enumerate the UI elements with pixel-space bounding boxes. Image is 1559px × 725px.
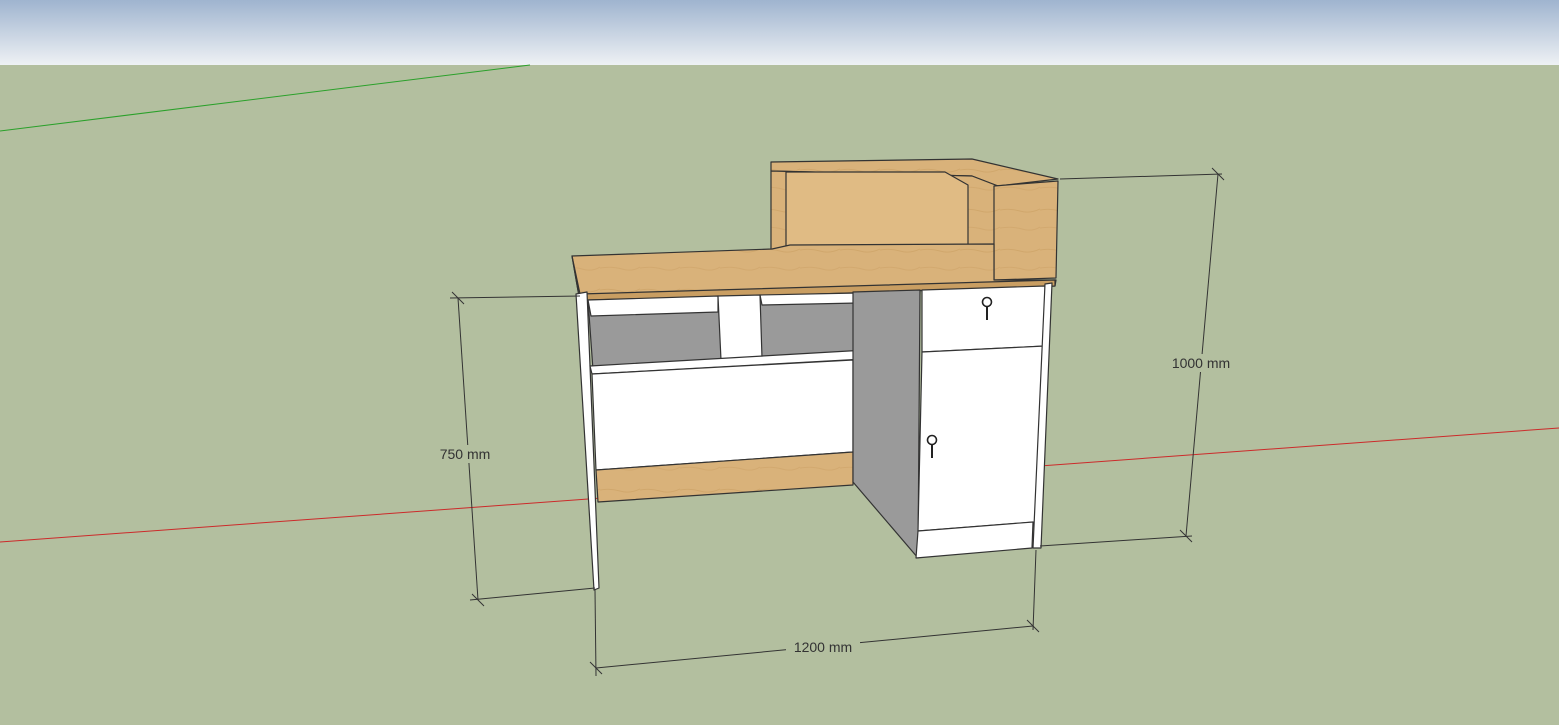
shelf-upper-right — [759, 292, 859, 306]
model-scene[interactable]: 750 mm 1000 mm 1200 mm — [0, 0, 1559, 725]
upper-counter-inner-shadow — [785, 171, 969, 251]
shelf-upper-left — [587, 295, 719, 317]
dimension-1200-label: 1200 mm — [794, 639, 852, 655]
dimension-1000-label: 1000 mm — [1172, 355, 1230, 371]
sketchup-viewport[interactable]: 750 mm 1000 mm 1200 mm — [0, 0, 1559, 725]
modesty-panel-white — [591, 359, 854, 471]
drawer-front[interactable] — [921, 285, 1046, 353]
upper-counter-side — [993, 180, 1059, 281]
dimension-750-label: 750 mm — [440, 446, 491, 462]
shelf-divider — [717, 294, 763, 361]
sky — [0, 0, 1559, 65]
